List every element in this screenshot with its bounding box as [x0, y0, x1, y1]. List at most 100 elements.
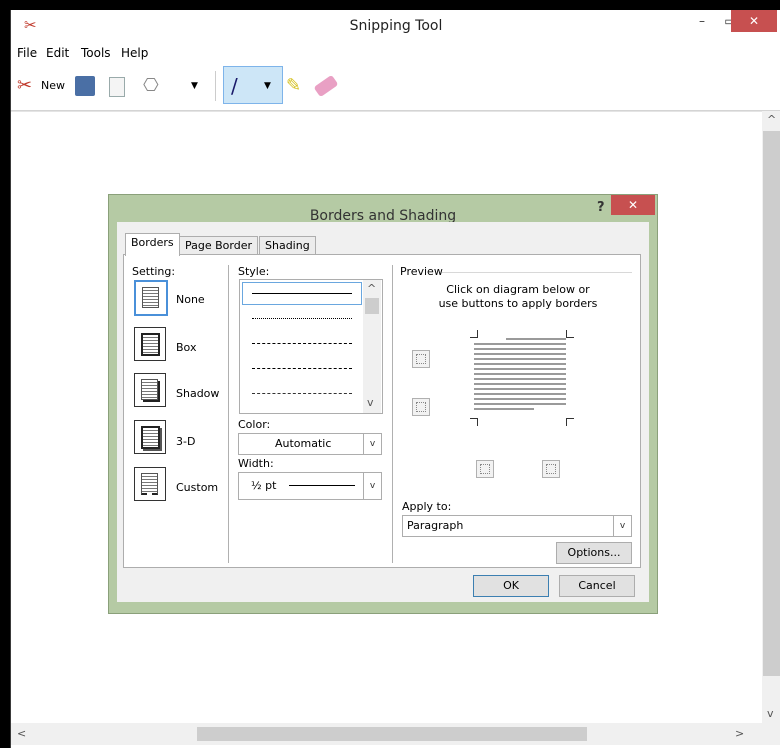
horizontal-scrollbar[interactable]: < >	[11, 723, 780, 745]
pen-dropdown-icon[interactable]: ▼	[264, 74, 271, 98]
width-select[interactable]: ½ pt v	[238, 472, 382, 500]
scroll-right-icon[interactable]: >	[735, 727, 744, 740]
apply-to-label: Apply to:	[402, 500, 452, 513]
style-list[interactable]: ^ v	[239, 279, 383, 414]
style-solid[interactable]	[252, 293, 352, 294]
pen-icon: /	[231, 74, 238, 98]
scroll-left-icon[interactable]: <	[17, 727, 26, 740]
preview-text-line	[474, 408, 534, 410]
width-label: Width:	[238, 457, 274, 470]
borders-panel: Setting: None Box Shadow 3-D Custom Styl…	[123, 254, 641, 568]
menu-file[interactable]: File	[17, 46, 37, 60]
style-dash-dot[interactable]	[252, 393, 352, 394]
style-dashed-large[interactable]	[252, 368, 352, 369]
menu-edit[interactable]: Edit	[46, 46, 69, 60]
preview-text-line	[474, 353, 566, 355]
menu-bar: File Edit Tools Help	[11, 43, 780, 63]
toolbar: ✂ New ⎔ ▼ / ▼ ✎	[11, 63, 780, 111]
preview-hint-line1: Click on diagram below or	[446, 283, 590, 296]
preview-text-line	[474, 393, 566, 395]
apply-to-dropdown-icon[interactable]: v	[613, 516, 631, 536]
setting-3d-icon[interactable]	[134, 420, 166, 454]
minimize-button[interactable]: –	[687, 10, 717, 32]
preview-text-line	[506, 338, 566, 340]
color-label: Color:	[238, 418, 271, 431]
style-dashed-small[interactable]	[252, 343, 352, 344]
options-button[interactable]: Options...	[556, 542, 632, 564]
scroll-down-icon[interactable]: v	[767, 707, 774, 720]
send-dropdown-icon[interactable]: ▼	[191, 74, 198, 98]
width-value: ½ pt	[251, 479, 277, 492]
setting-none-icon[interactable]	[134, 280, 168, 316]
highlighter-icon[interactable]: ✎	[286, 74, 301, 98]
width-sample-line	[289, 485, 355, 486]
style-dotted[interactable]	[252, 318, 352, 319]
color-dropdown-icon[interactable]: v	[363, 434, 381, 454]
column-divider-2	[392, 265, 393, 563]
preview-text-line	[474, 388, 566, 390]
dialog-body: Borders Page Border Shading Setting: Non…	[117, 222, 649, 602]
dialog-help-button[interactable]: ?	[597, 200, 605, 215]
scroll-up-icon[interactable]: ^	[767, 113, 776, 126]
save-icon[interactable]	[75, 76, 95, 96]
cancel-button[interactable]: Cancel	[559, 575, 635, 597]
setting-custom-icon[interactable]	[134, 467, 166, 501]
preview-groupline	[442, 272, 632, 273]
left-border-button[interactable]	[476, 460, 494, 478]
style-scroll-down-icon[interactable]: v	[367, 396, 374, 409]
apply-to-select[interactable]: Paragraph v	[402, 515, 632, 537]
copy-icon[interactable]	[109, 77, 125, 97]
eraser-icon[interactable]	[313, 74, 339, 98]
new-button[interactable]: New	[41, 74, 65, 98]
vertical-scroll-thumb[interactable]	[763, 131, 780, 676]
corner-mark	[470, 418, 478, 426]
setting-shadow-label[interactable]: Shadow	[176, 387, 219, 400]
color-select[interactable]: Automatic v	[238, 433, 382, 455]
style-label: Style:	[238, 265, 270, 278]
style-scroll-up-icon[interactable]: ^	[367, 282, 376, 295]
setting-box-label[interactable]: Box	[176, 341, 196, 354]
close-button[interactable]: ✕	[731, 10, 777, 32]
apply-to-value: Paragraph	[407, 519, 464, 532]
title-bar: ✂ Snipping Tool – ▭ ✕	[11, 10, 780, 43]
preview-text-line	[474, 378, 566, 380]
setting-shadow-icon[interactable]	[134, 373, 166, 407]
preview-hint-line2: use buttons to apply borders	[438, 297, 598, 310]
setting-custom-label[interactable]: Custom	[176, 481, 218, 494]
top-border-button[interactable]	[412, 350, 430, 368]
ok-button[interactable]: OK	[473, 575, 549, 597]
horizontal-scroll-thumb[interactable]	[197, 727, 587, 741]
tab-borders[interactable]: Borders	[125, 233, 180, 256]
send-snip-icon[interactable]: ⎔	[143, 74, 159, 98]
style-scroll-thumb[interactable]	[365, 298, 379, 314]
preview-text-line	[474, 403, 566, 405]
corner-mark	[470, 330, 478, 338]
preview-text-line	[474, 358, 566, 360]
preview-diagram[interactable]	[470, 330, 574, 430]
toolbar-separator	[215, 71, 216, 101]
tab-page-border[interactable]: Page Border	[179, 236, 259, 255]
column-divider	[228, 265, 229, 563]
preview-text-line	[474, 368, 566, 370]
preview-text-line	[474, 363, 566, 365]
new-snip-icon[interactable]: ✂	[17, 74, 32, 98]
setting-box-icon[interactable]	[134, 327, 166, 361]
corner-mark	[566, 418, 574, 426]
vertical-scrollbar[interactable]: ^ v	[762, 111, 780, 723]
right-border-button[interactable]	[542, 460, 560, 478]
color-value: Automatic	[275, 437, 332, 450]
window-title: Snipping Tool	[349, 18, 443, 34]
width-dropdown-icon[interactable]: v	[363, 473, 381, 499]
bottom-border-button[interactable]	[412, 398, 430, 416]
menu-tools[interactable]: Tools	[81, 46, 111, 60]
corner-mark	[566, 330, 574, 338]
preview-text-line	[474, 348, 566, 350]
preview-text-line	[474, 343, 566, 345]
menu-help[interactable]: Help	[121, 46, 148, 60]
style-list-scrollbar[interactable]: ^ v	[363, 280, 381, 413]
setting-3d-label[interactable]: 3-D	[176, 435, 195, 448]
dialog-close-button[interactable]: ✕	[611, 195, 655, 215]
setting-none-label[interactable]: None	[176, 293, 205, 306]
tab-shading[interactable]: Shading	[259, 236, 316, 255]
preview-text-line	[474, 398, 566, 400]
